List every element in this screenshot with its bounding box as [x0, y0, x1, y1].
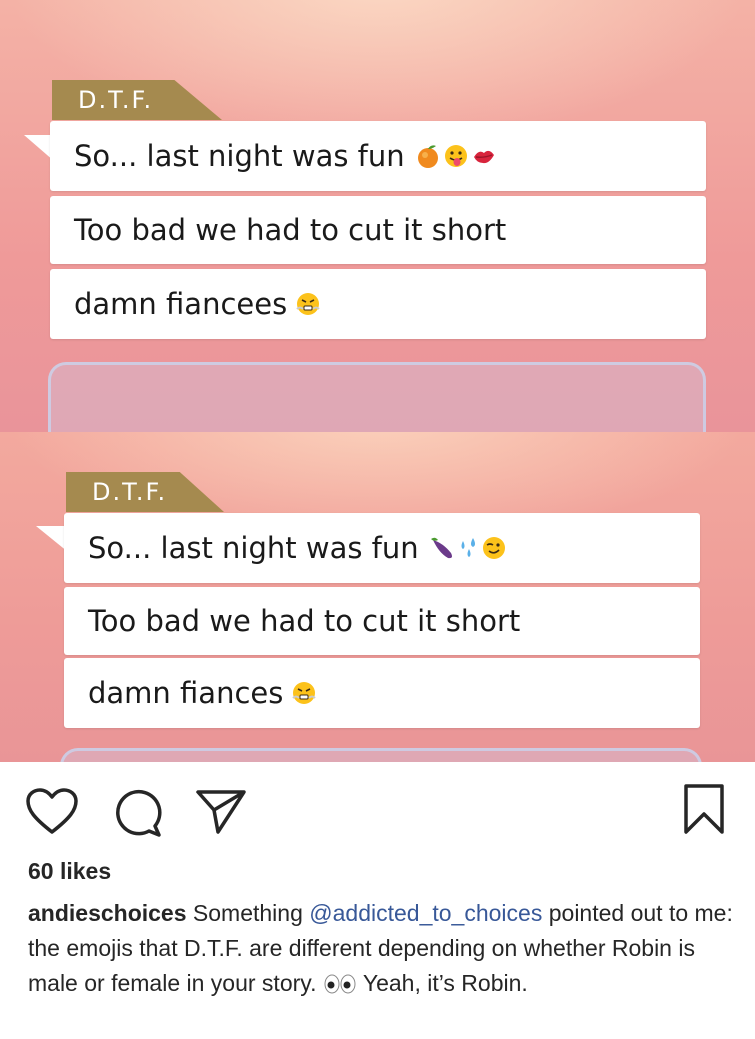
message-text: So... last night was fun	[88, 531, 419, 565]
speaker-name-tag: D.T.F.	[52, 80, 222, 120]
comment-icon[interactable]	[110, 786, 164, 844]
heart-icon[interactable]	[24, 786, 80, 842]
caption-text: Something	[186, 900, 310, 926]
message-bubble: So... last night was fun	[50, 121, 706, 191]
bookmark-icon[interactable]	[680, 782, 728, 842]
message-bubble: damn fiancees	[50, 269, 706, 339]
message-text: damn fiancees	[74, 287, 288, 321]
kiss-lips-emoji	[471, 143, 497, 169]
peach-emoji	[415, 143, 441, 169]
message-bubble: So... last night was fun	[64, 513, 700, 583]
message-text: So... last night was fun	[74, 139, 405, 173]
winking-face-emoji	[481, 535, 507, 561]
choice-card-partial	[48, 362, 706, 432]
speaker-name: D.T.F.	[78, 86, 154, 114]
caption-text: Yeah, it’s Robin.	[356, 970, 528, 996]
message-bubble: damn fiances	[64, 658, 700, 728]
story-screenshot-top: D.T.F. So... last night was fun Too bad …	[0, 0, 755, 432]
steam-face-emoji	[295, 291, 321, 317]
post-caption: andieschoices Something @addicted_to_cho…	[28, 896, 733, 1004]
message-text: Too bad we had to cut it short	[74, 213, 507, 247]
caption-username[interactable]: andieschoices	[28, 900, 187, 926]
message-text: Too bad we had to cut it short	[88, 604, 521, 638]
message-bubble: Too bad we had to cut it short	[50, 196, 706, 264]
steam-face-emoji	[291, 680, 317, 706]
sweat-droplets-emoji	[457, 535, 481, 561]
message-text: damn fiances	[88, 676, 284, 710]
likes-count[interactable]: 60 likes	[28, 858, 111, 885]
speaker-name-tag: D.T.F.	[66, 472, 224, 512]
eggplant-emoji	[429, 535, 457, 561]
post-action-bar	[0, 782, 755, 842]
caption-mention[interactable]: @addicted_to_choices	[309, 900, 542, 926]
speaker-name: D.T.F.	[92, 478, 168, 506]
tongue-out-face-emoji	[443, 143, 469, 169]
choice-card-partial	[60, 748, 702, 762]
share-icon[interactable]	[194, 786, 248, 842]
message-bubble: Too bad we had to cut it short	[64, 587, 700, 655]
eyes-emoji	[323, 969, 357, 1004]
story-screenshot-bottom: D.T.F. So... last night was fun Too bad …	[0, 432, 755, 762]
